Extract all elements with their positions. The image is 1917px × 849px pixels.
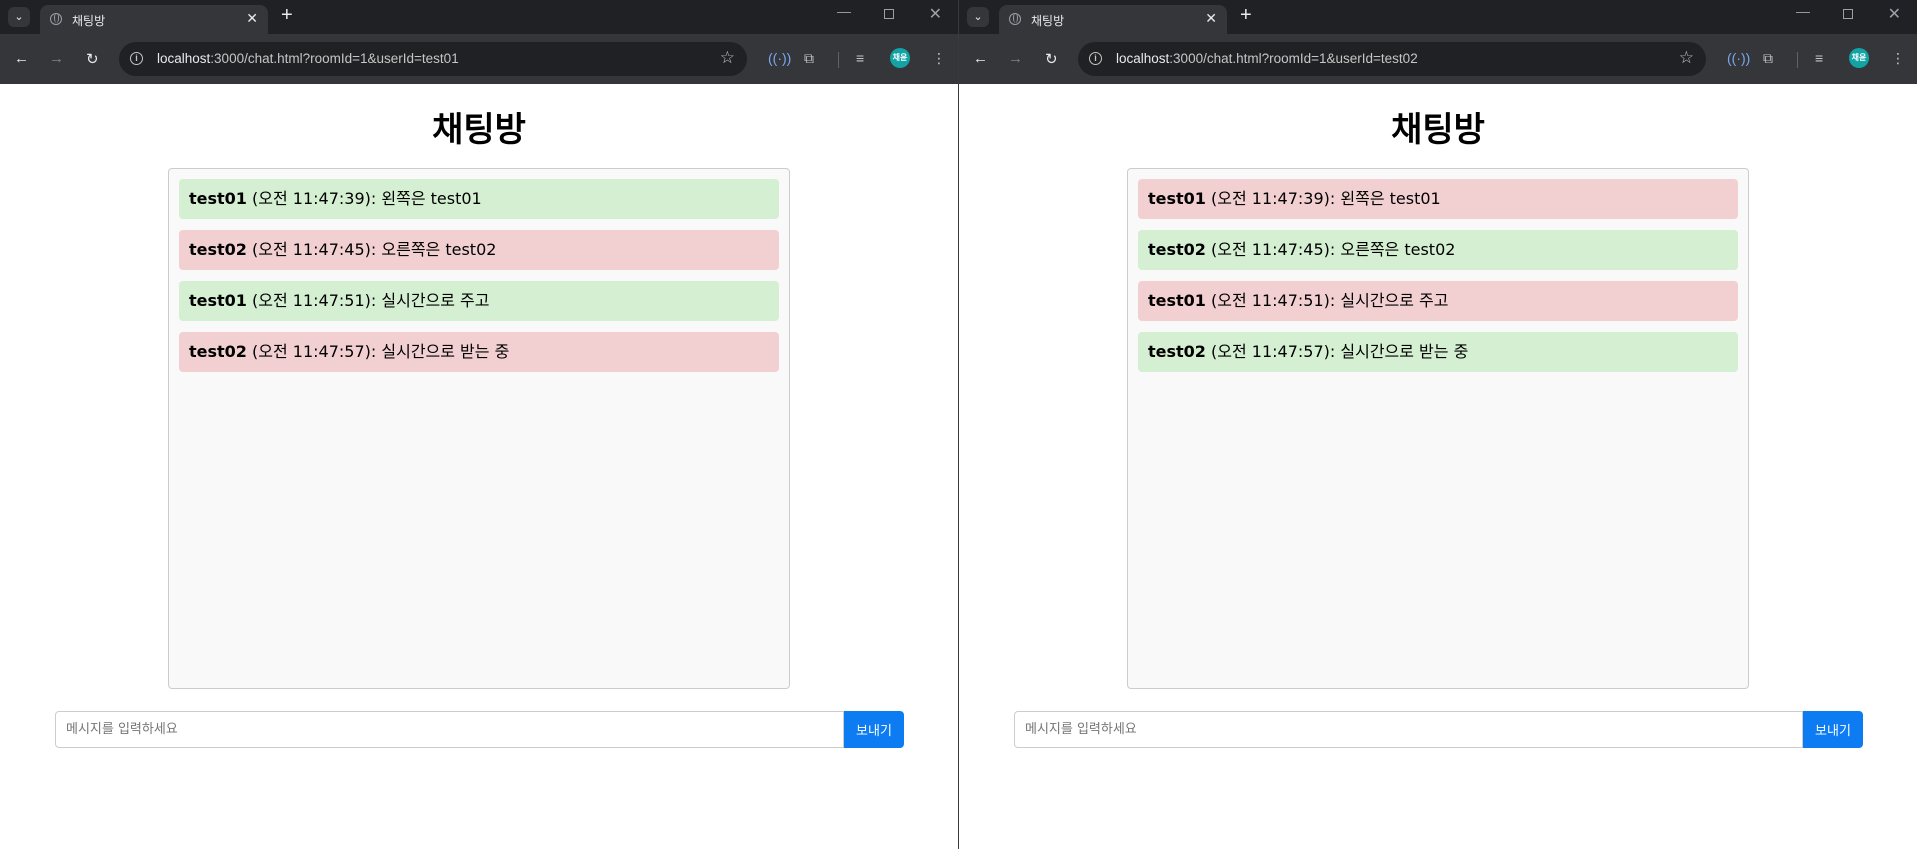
message-composer: 보내기: [1014, 711, 1863, 748]
send-button[interactable]: 보내기: [1803, 711, 1863, 748]
desktop: ⌄ 채팅방 ✕ + — ✕ ← → ↻ i localhost:3000/cha…: [0, 0, 1917, 849]
arrow-right-icon[interactable]: →: [49, 50, 64, 67]
browser-toolbar: ← → ↻ i localhost:3000/chat.html?roomId=…: [959, 34, 1917, 84]
url-text[interactable]: localhost:3000/chat.html?roomId=1&userId…: [157, 51, 459, 66]
address-bar[interactable]: i localhost:3000/chat.html?roomId=1&user…: [1078, 42, 1706, 76]
toolbar-divider: [838, 52, 839, 68]
window-close-icon[interactable]: ✕: [1888, 4, 1901, 24]
avatar[interactable]: 채윤: [890, 48, 910, 68]
read-aloud-icon[interactable]: ((·)): [1727, 50, 1750, 66]
chat-message: test01 (오전 11:47:39): 왼쪽은 test01: [1138, 179, 1738, 219]
message-text: 왼쪽은 test01: [381, 189, 482, 208]
media-queue-icon[interactable]: ≡: [856, 50, 864, 66]
kebab-menu-icon[interactable]: ⋮: [932, 50, 946, 67]
close-icon[interactable]: ✕: [246, 10, 258, 27]
url-text[interactable]: localhost:3000/chat.html?roomId=1&userId…: [1116, 51, 1418, 66]
message-meta: (오전 11:47:39):: [246, 189, 382, 208]
chat-messages: test01 (오전 11:47:39): 왼쪽은 test01 test02 …: [1127, 168, 1749, 689]
chat-message: test02 (오전 11:47:45): 오른쪽은 test02: [179, 230, 779, 270]
message-text: 실시간으로 주고: [381, 291, 490, 310]
globe-icon: [1009, 13, 1021, 25]
info-icon[interactable]: i: [130, 52, 143, 65]
message-text: 오른쪽은 test02: [381, 240, 497, 259]
message-user: test02: [189, 342, 247, 361]
chat-message: test02 (오전 11:47:57): 실시간으로 받는 중: [179, 332, 779, 372]
read-aloud-icon[interactable]: ((·)): [768, 50, 791, 66]
message-user: test02: [189, 240, 247, 259]
message-composer: 보내기: [55, 711, 904, 748]
message-user: test01: [189, 291, 247, 310]
message-user: test01: [1148, 189, 1206, 208]
chat-message: test01 (오전 11:47:51): 실시간으로 주고: [1138, 281, 1738, 321]
maximize-icon[interactable]: [884, 6, 894, 22]
tab-strip: ⌄ 채팅방 ✕ + — ✕: [959, 0, 1917, 34]
chevron-down-icon[interactable]: ⌄: [967, 7, 989, 27]
url-host: localhost: [1116, 51, 1170, 66]
chevron-down-icon[interactable]: ⌄: [8, 7, 30, 27]
close-icon[interactable]: ✕: [1205, 10, 1217, 27]
message-text: 실시간으로 받는 중: [1340, 342, 1469, 361]
address-bar[interactable]: i localhost:3000/chat.html?roomId=1&user…: [119, 42, 747, 76]
message-meta: (오전 11:47:45):: [246, 240, 382, 259]
message-text: 왼쪽은 test01: [1340, 189, 1441, 208]
star-icon[interactable]: ☆: [720, 48, 735, 68]
arrow-left-icon[interactable]: ←: [973, 50, 988, 67]
message-user: test01: [189, 189, 247, 208]
plus-icon[interactable]: +: [1240, 4, 1252, 27]
tab-title: 채팅방: [72, 14, 106, 28]
url-path: :3000/chat.html?roomId=1&userId=test02: [1169, 51, 1418, 66]
reload-icon[interactable]: ↻: [86, 50, 99, 68]
media-queue-icon[interactable]: ≡: [1815, 50, 1823, 66]
star-icon[interactable]: ☆: [1679, 48, 1694, 68]
url-host: localhost: [157, 51, 211, 66]
maximize-icon[interactable]: [1843, 6, 1853, 22]
browser-window-left: ⌄ 채팅방 ✕ + — ✕ ← → ↻ i localhost:3000/cha…: [0, 0, 959, 849]
message-meta: (오전 11:47:57):: [246, 342, 382, 361]
page-content: 채팅방 test01 (오전 11:47:39): 왼쪽은 test01 tes…: [959, 84, 1917, 849]
message-text: 실시간으로 주고: [1340, 291, 1449, 310]
browser-tab[interactable]: 채팅방 ✕: [999, 5, 1227, 34]
reload-icon[interactable]: ↻: [1045, 50, 1058, 68]
message-meta: (오전 11:47:39):: [1205, 189, 1341, 208]
avatar[interactable]: 채윤: [1849, 48, 1869, 68]
tab-strip: ⌄ 채팅방 ✕ + — ✕: [0, 0, 958, 34]
chat-message: test01 (오전 11:47:51): 실시간으로 주고: [179, 281, 779, 321]
chat-messages: test01 (오전 11:47:39): 왼쪽은 test01 test02 …: [168, 168, 790, 689]
message-user: test02: [1148, 240, 1206, 259]
browser-toolbar: ← → ↻ i localhost:3000/chat.html?roomId=…: [0, 34, 958, 84]
minimize-icon[interactable]: —: [837, 3, 851, 19]
message-input[interactable]: [55, 711, 844, 748]
send-button[interactable]: 보내기: [844, 711, 904, 748]
message-text: 오른쪽은 test02: [1340, 240, 1456, 259]
message-user: test02: [1148, 342, 1206, 361]
arrow-left-icon[interactable]: ←: [14, 50, 29, 67]
page-content: 채팅방 test01 (오전 11:47:39): 왼쪽은 test01 tes…: [0, 84, 958, 849]
browser-window-right: ⌄ 채팅방 ✕ + — ✕ ← → ↻ i localhost:3000/cha…: [959, 0, 1917, 849]
puzzle-icon[interactable]: ⧉: [1763, 50, 1773, 67]
page-title: 채팅방: [432, 110, 526, 150]
info-icon[interactable]: i: [1089, 52, 1102, 65]
window-close-icon[interactable]: ✕: [929, 4, 942, 24]
toolbar-divider: [1797, 52, 1798, 68]
globe-icon: [50, 13, 62, 25]
chat-message: test02 (오전 11:47:57): 실시간으로 받는 중: [1138, 332, 1738, 372]
message-meta: (오전 11:47:57):: [1205, 342, 1341, 361]
message-user: test01: [1148, 291, 1206, 310]
plus-icon[interactable]: +: [281, 4, 293, 27]
browser-tab[interactable]: 채팅방 ✕: [40, 5, 268, 34]
message-text: 실시간으로 받는 중: [381, 342, 510, 361]
arrow-right-icon[interactable]: →: [1008, 50, 1023, 67]
chat-message: test02 (오전 11:47:45): 오른쪽은 test02: [1138, 230, 1738, 270]
url-path: :3000/chat.html?roomId=1&userId=test01: [210, 51, 459, 66]
message-input[interactable]: [1014, 711, 1803, 748]
message-meta: (오전 11:47:51):: [1205, 291, 1341, 310]
page-title: 채팅방: [1391, 110, 1485, 150]
tab-title: 채팅방: [1031, 14, 1065, 28]
puzzle-icon[interactable]: ⧉: [804, 50, 814, 67]
message-meta: (오전 11:47:51):: [246, 291, 382, 310]
message-meta: (오전 11:47:45):: [1205, 240, 1341, 259]
kebab-menu-icon[interactable]: ⋮: [1891, 50, 1905, 67]
minimize-icon[interactable]: —: [1796, 3, 1810, 19]
chat-message: test01 (오전 11:47:39): 왼쪽은 test01: [179, 179, 779, 219]
